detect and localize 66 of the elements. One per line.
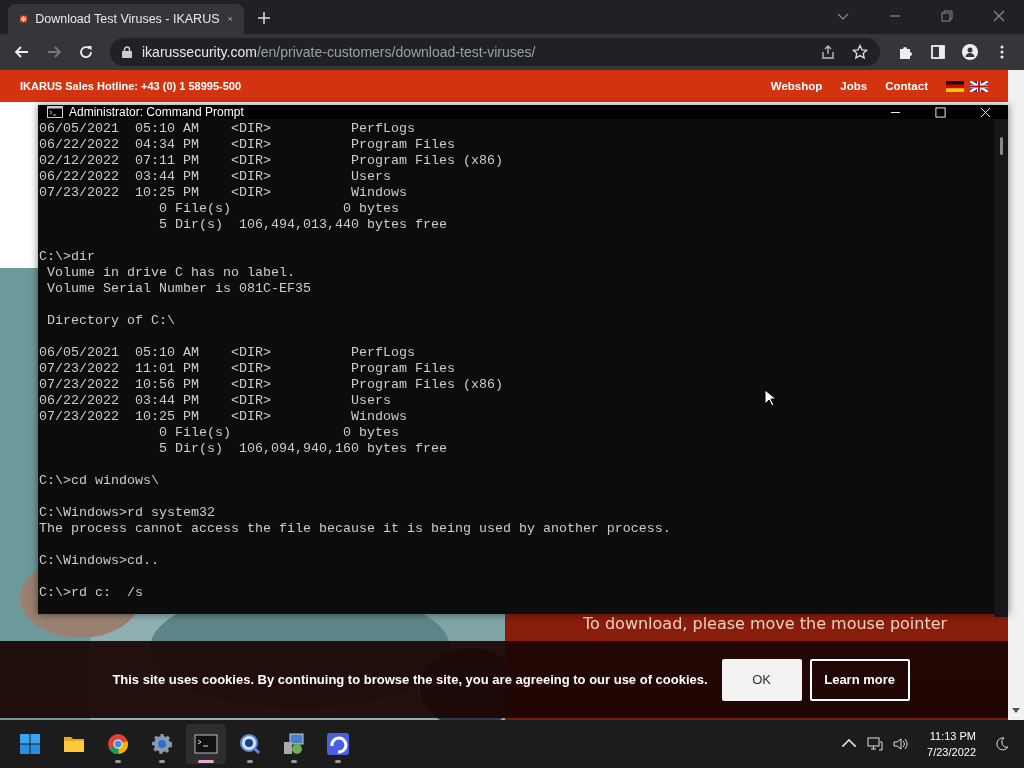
terminal-line: C:\>rd c: /s bbox=[39, 585, 143, 601]
hotline-text: IKARUS Sales Hotline: +43 (0) 1 58995-500 bbox=[20, 80, 241, 92]
maximize-icon[interactable] bbox=[935, 106, 946, 118]
terminal-line: C:\>cd windows\ bbox=[39, 473, 159, 489]
browser-tab[interactable]: Download Test Viruses - IKARUS bbox=[8, 4, 244, 34]
terminal-icon bbox=[194, 732, 218, 756]
clock-time[interactable]: 11:13 PM bbox=[929, 728, 976, 744]
terminal-line: 0 File(s) 0 bytes bbox=[157, 201, 399, 217]
terminal-line: 06/22/2022 04:34 PM <DIR> Program Files bbox=[39, 137, 455, 153]
scrollbar[interactable] bbox=[994, 119, 1008, 617]
flag-icon[interactable] bbox=[970, 80, 988, 92]
restore-icon[interactable] bbox=[941, 10, 953, 22]
start-icon bbox=[18, 732, 42, 756]
app-icon bbox=[326, 732, 350, 756]
terminal-line: Volume in drive C has no label. bbox=[46, 265, 295, 281]
forward-icon[interactable] bbox=[46, 44, 62, 60]
nav-link[interactable]: Webshop bbox=[770, 80, 823, 92]
terminal-line: 02/12/2022 07:11 PM <DIR> Program Files (x86) bbox=[39, 153, 503, 169]
terminal-line: Volume Serial Number is 081C-EF35 bbox=[46, 281, 311, 297]
terminal-line: 06/22/2022 03:44 PM <DIR> Users bbox=[39, 169, 391, 185]
back-icon[interactable] bbox=[14, 44, 30, 60]
terminal-line: C:\>dir bbox=[39, 249, 95, 265]
terminal-line: C:\Windows>rd system32 bbox=[39, 505, 215, 521]
terminal-line: 06/22/2022 03:44 PM <DIR> Users bbox=[39, 393, 391, 409]
scroll-down-icon[interactable] bbox=[1012, 708, 1020, 714]
network-icon[interactable] bbox=[867, 736, 884, 752]
terminal-line: Directory of C:\ bbox=[46, 313, 175, 329]
share-icon[interactable] bbox=[820, 44, 836, 60]
terminal-line: 07/23/2022 11:01 PM <DIR> Program Files bbox=[39, 361, 455, 377]
reload-icon[interactable] bbox=[78, 44, 94, 60]
puzzle-icon[interactable] bbox=[898, 44, 914, 60]
browser-icon bbox=[106, 732, 130, 756]
scrollbar[interactable] bbox=[1008, 70, 1024, 720]
nav-link[interactable]: Jobs bbox=[840, 80, 868, 92]
url-text: ikarussecurity.com/en/private-customers/download-test-viruses/ bbox=[142, 44, 536, 60]
ok-button[interactable]: OK bbox=[721, 658, 802, 701]
taskbar-app[interactable] bbox=[186, 724, 226, 764]
sidebar-icon[interactable] bbox=[930, 44, 946, 60]
star-icon[interactable] bbox=[852, 44, 868, 60]
terminal-line: 07/23/2022 10:56 PM <DIR> Program Files (x86) bbox=[39, 377, 503, 393]
pointer-icon bbox=[764, 389, 776, 407]
clock-date[interactable]: 7/23/2022 bbox=[927, 744, 976, 760]
computer-icon bbox=[282, 732, 306, 756]
terminal-line: 5 Dir(s) 106,094,940,160 bytes free bbox=[157, 441, 447, 457]
profile-icon[interactable] bbox=[962, 44, 978, 60]
terminal-line: 0 File(s) 0 bytes bbox=[157, 425, 399, 441]
window-title: Administrator: Command Prompt bbox=[69, 105, 244, 119]
terminal-line: 07/23/2022 10:25 PM <DIR> Windows bbox=[39, 185, 407, 201]
cookie-message: This site uses cookies. By continuing to browse the site, you are agreeing to our use of cookies. bbox=[112, 672, 708, 687]
magnifier-icon bbox=[238, 732, 262, 756]
volume-icon[interactable] bbox=[893, 736, 910, 752]
gear-icon bbox=[150, 732, 174, 756]
terminal-line: 07/23/2022 10:25 PM <DIR> Windows bbox=[39, 409, 407, 425]
terminal-line: C:\Windows>cd.. bbox=[39, 553, 159, 569]
terminal-line: 5 Dir(s) 106,494,013,440 bytes free bbox=[157, 217, 447, 233]
address-bar[interactable]: ikarussecurity.com/en/private-customers/download-test-viruses/ bbox=[110, 38, 880, 66]
terminal-line: 06/05/2021 05:10 AM <DIR> PerfLogs bbox=[39, 121, 415, 137]
new-tab-icon[interactable] bbox=[258, 12, 270, 24]
lock-icon bbox=[122, 46, 132, 58]
flag-icon[interactable] bbox=[946, 80, 964, 92]
moon-icon[interactable] bbox=[994, 736, 1010, 752]
terminal-line: The process cannot access the file because it is being used by another process. bbox=[39, 521, 671, 537]
learn-more-button[interactable]: Learn more bbox=[809, 658, 910, 701]
download-text: To download, please move the mouse pointer bbox=[583, 614, 949, 633]
nav-link[interactable]: Contact bbox=[885, 80, 928, 92]
terminal-line: 06/05/2021 05:10 AM <DIR> PerfLogs bbox=[39, 345, 415, 361]
